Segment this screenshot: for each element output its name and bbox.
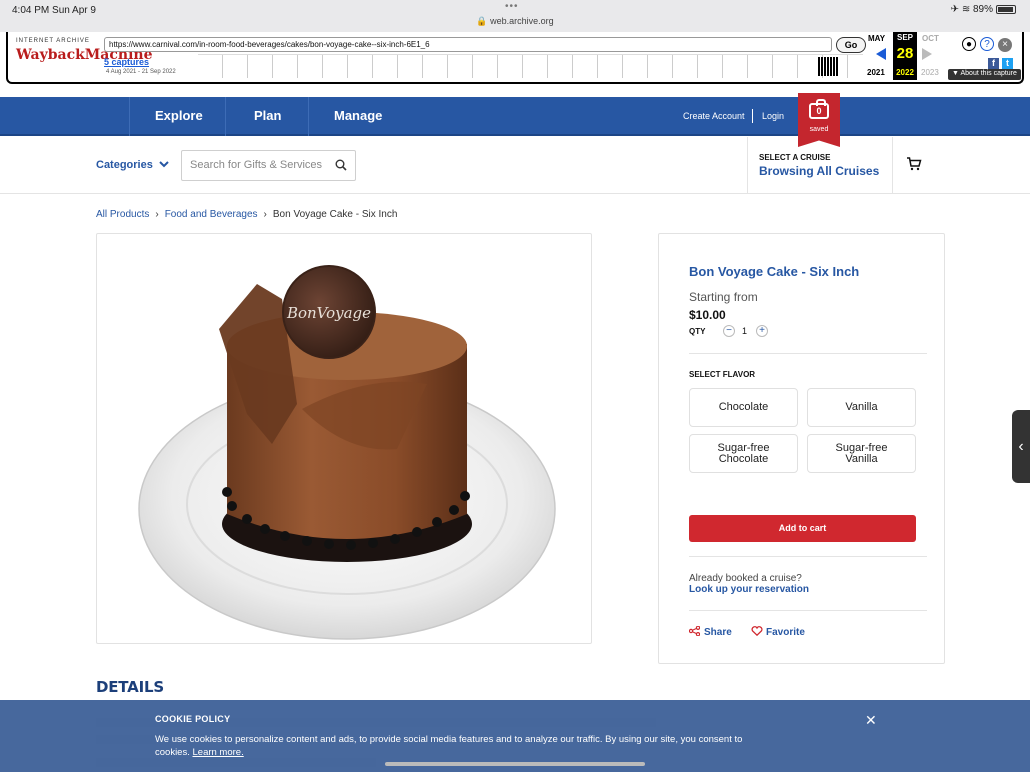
wayback-timeline[interactable] xyxy=(198,54,863,78)
flavor-chocolate[interactable]: Chocolate xyxy=(689,388,798,427)
breadcrumb: All Products › Food and Beverages › Bon Voya… xyxy=(96,209,397,220)
nav-plan[interactable]: Plan xyxy=(254,108,281,123)
user-icon[interactable]: ● xyxy=(962,37,976,51)
cake-illustration: BonVoyage xyxy=(138,265,556,640)
battery-percent: 89% xyxy=(972,4,993,15)
nav-divider xyxy=(129,97,130,136)
cookie-heading: COOKIE POLICY xyxy=(155,714,231,724)
wayback-about-button[interactable]: ▼ About this capture xyxy=(948,69,1021,80)
nav-divider xyxy=(225,97,226,136)
wayback-month-current: SEP xyxy=(896,33,913,42)
nav-explore[interactable]: Explore xyxy=(155,108,203,123)
flavor-vanilla[interactable]: Vanilla xyxy=(807,388,916,427)
breadcrumb-all-products[interactable]: All Products xyxy=(96,209,149,220)
qty-minus-button[interactable]: − xyxy=(723,325,735,337)
create-account-link[interactable]: Create Account xyxy=(683,111,745,121)
select-cruise-label: SELECT A CRUISE xyxy=(759,153,831,162)
wayback-day-current: 28 xyxy=(896,45,914,62)
wayback-prev-arrow-icon[interactable] xyxy=(876,48,886,60)
divider xyxy=(689,610,927,611)
share-label: Share xyxy=(704,627,732,638)
login-link[interactable]: Login xyxy=(762,111,784,121)
status-time: 4:04 PM Sun Apr 9 xyxy=(12,5,96,16)
tab-dots[interactable]: ••• xyxy=(505,1,519,12)
wayback-year-next[interactable]: 2023 xyxy=(921,68,939,77)
bag-icon: 0 xyxy=(809,99,829,119)
wayback-capture-bars[interactable] xyxy=(818,57,838,76)
twitter-icon[interactable]: t xyxy=(1002,58,1013,69)
wayback-month-next[interactable]: OCT xyxy=(922,34,939,43)
cookie-learn-more-link[interactable]: Learn more. xyxy=(193,747,244,758)
top-nav: Explore Plan Manage Create Account Login xyxy=(0,97,1030,136)
wayback-month-prev[interactable]: MAY xyxy=(868,34,885,43)
wayback-current-capture: SEP 28 2022 xyxy=(893,32,917,80)
breadcrumb-current: Bon Voyage Cake - Six Inch xyxy=(272,209,398,220)
product-price: $10.00 xyxy=(689,308,726,322)
nav-separator xyxy=(752,109,753,123)
side-panel-handle[interactable]: ‹ xyxy=(1012,410,1030,483)
product-title: Bon Voyage Cake - Six Inch xyxy=(689,264,860,279)
divider xyxy=(689,353,927,354)
share-button[interactable]: Share xyxy=(688,625,732,638)
starting-from-label: Starting from xyxy=(689,290,758,304)
nav-divider xyxy=(308,97,309,136)
search-icon[interactable] xyxy=(335,159,347,171)
divider xyxy=(689,556,927,557)
favorite-label: Favorite xyxy=(766,627,805,638)
status-bar: 4:04 PM Sun Apr 9 ••• 🔒 web.archive.org … xyxy=(0,0,1030,32)
nav-manage[interactable]: Manage xyxy=(334,108,382,123)
cart-icon[interactable] xyxy=(906,157,922,171)
wayback-range: 4 Aug 2021 - 21 Sep 2022 xyxy=(106,69,176,75)
wayback-logo-top: INTERNET ARCHIVE xyxy=(16,38,90,44)
breadcrumb-food-beverages[interactable]: Food and Beverages xyxy=(165,209,258,220)
lookup-reservation-link[interactable]: Look up your reservation xyxy=(689,584,809,595)
help-icon[interactable]: ? xyxy=(980,37,994,51)
categories-dropdown[interactable]: Categories xyxy=(96,159,169,171)
add-to-cart-button[interactable]: Add to cart xyxy=(689,515,916,542)
flavor-sugar-free-vanilla[interactable]: Sugar-free Vanilla xyxy=(807,434,916,473)
wayback-next-arrow-icon[interactable] xyxy=(922,48,932,60)
qty-label: QTY xyxy=(689,327,706,336)
chevron-right-icon: › xyxy=(155,209,159,220)
qty-plus-button[interactable]: + xyxy=(756,325,768,337)
sub-header: Categories SELECT A CRUISE Browsing All … xyxy=(0,137,1030,194)
select-cruise-value: Browsing All Cruises xyxy=(759,164,880,178)
status-right: ✈ ≋ 89% xyxy=(951,4,1016,15)
wifi-icon: ✈ ≋ xyxy=(950,4,973,15)
favorite-button[interactable]: Favorite xyxy=(751,626,805,638)
qty-value: 1 xyxy=(742,326,748,336)
wayback-go-button[interactable]: Go xyxy=(836,37,866,53)
search-box xyxy=(181,150,356,181)
product-image: BonVoyage xyxy=(96,233,592,644)
details-heading: DETAILS xyxy=(96,678,164,696)
wayback-icons: ●? × xyxy=(962,36,1016,52)
cookie-message: We use cookies to personalize content an… xyxy=(155,733,745,759)
flavor-sugar-free-chocolate[interactable]: Sugar-free Chocolate xyxy=(689,434,798,473)
share-icon xyxy=(688,625,701,637)
wayback-toolbar: INTERNET ARCHIVE WaybackMachine https://… xyxy=(6,32,1024,84)
search-input[interactable] xyxy=(190,159,325,171)
chevron-down-icon xyxy=(159,159,169,171)
categories-label: Categories xyxy=(96,159,153,171)
wayback-captures-link[interactable]: 5 captures xyxy=(104,57,149,67)
select-cruise[interactable]: SELECT A CRUISE Browsing All Cruises xyxy=(747,137,893,194)
battery-icon xyxy=(996,4,1016,14)
home-indicator[interactable] xyxy=(385,762,645,766)
product-panel: Bon Voyage Cake - Six Inch Starting from… xyxy=(658,233,945,664)
select-flavor-label: SELECT FLAVOR xyxy=(689,370,756,379)
chevron-right-icon: › xyxy=(263,209,267,220)
address-url[interactable]: 🔒 web.archive.org xyxy=(0,16,1030,27)
saved-label: saved xyxy=(809,126,829,133)
wayback-year-prev[interactable]: 2021 xyxy=(867,68,885,77)
cake-topper-text: BonVoyage xyxy=(286,304,371,322)
close-icon[interactable]: × xyxy=(998,38,1012,52)
wayback-year-current: 2022 xyxy=(896,68,914,77)
already-booked-text: Already booked a cruise? xyxy=(689,573,802,584)
facebook-icon[interactable]: f xyxy=(988,58,999,69)
cookie-close-icon[interactable]: ✕ xyxy=(865,712,877,729)
wayback-url-input[interactable]: https://www.carnival.com/in-room-food-be… xyxy=(104,37,832,52)
heart-icon xyxy=(751,626,763,637)
chevron-left-icon: ‹ xyxy=(1018,438,1024,455)
